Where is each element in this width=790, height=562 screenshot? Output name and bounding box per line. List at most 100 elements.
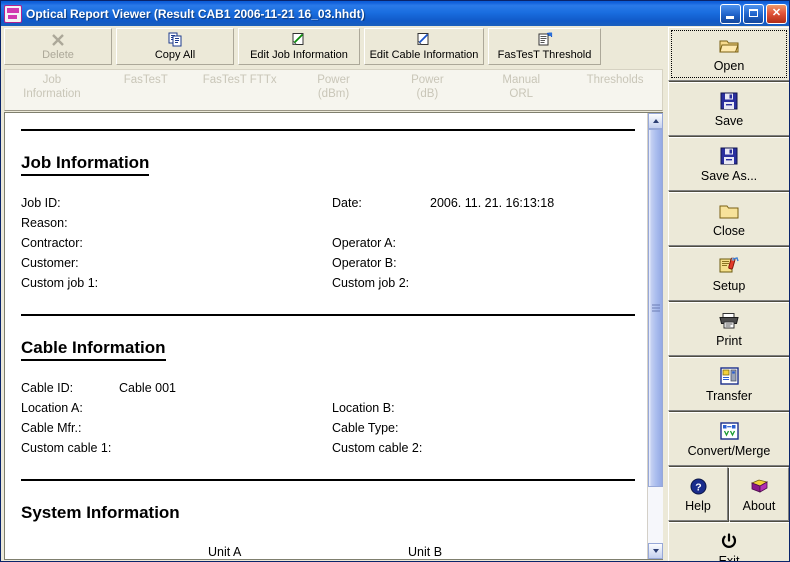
close-report-button[interactable]: Close <box>668 192 789 246</box>
printer-icon <box>718 310 740 332</box>
edit-pencil-blue-icon <box>416 31 432 48</box>
job-row-reason: Reason: <box>21 214 635 234</box>
about-label: About <box>742 499 776 513</box>
tab-strip: Job Information FasTesT FasTesT FTTx Pow… <box>4 69 663 111</box>
open-label: Open <box>713 59 745 73</box>
contractor-label: Contractor: <box>21 236 83 250</box>
about-book-icon <box>750 475 769 497</box>
cable-type-label: Cable Type: <box>332 421 399 435</box>
transfer-button[interactable]: Transfer <box>668 357 789 411</box>
edit-cable-information-button[interactable]: Edit Cable Information <box>364 28 484 65</box>
title-bar: Optical Report Viewer (Result CAB1 2006-… <box>1 1 789 26</box>
help-about-row: ? Help About <box>668 467 789 522</box>
edit-job-information-label: Edit Job Information <box>250 49 348 61</box>
tab-thresholds[interactable]: Thresholds <box>568 73 662 87</box>
location-b-label: Location B: <box>332 401 395 415</box>
location-a-label: Location A: <box>21 401 83 415</box>
cable-row-custom: Custom cable 1: Custom cable 2: <box>21 439 635 459</box>
divider-top <box>21 129 635 131</box>
cable-id-value: Cable 001 <box>119 381 176 395</box>
reason-label: Reason: <box>21 216 68 230</box>
convert-merge-button[interactable]: Convert/Merge <box>668 412 789 466</box>
tab-fastest[interactable]: FasTesT <box>99 73 193 87</box>
tab-manual-orl[interactable]: Manual ORL <box>474 73 568 101</box>
exit-button[interactable]: Exit <box>668 522 789 562</box>
window-controls: ✕ <box>720 3 787 24</box>
scrollbar-track[interactable] <box>648 129 663 543</box>
floppy-disk-icon <box>720 90 738 112</box>
tab-power-dbm[interactable]: Power (dBm) <box>287 73 381 101</box>
device-icon <box>4 4 22 23</box>
copy-all-button[interactable]: Copy All <box>116 28 234 65</box>
open-button[interactable]: Open <box>668 27 789 81</box>
about-button[interactable]: About <box>729 467 789 521</box>
job-information-heading: Job Information <box>21 153 150 176</box>
convert-merge-label: Convert/Merge <box>687 444 771 458</box>
date-value: 2006. 11. 21. 16:13:18 <box>430 196 555 210</box>
copy-all-label: Copy All <box>154 49 196 61</box>
cable-information-rows: Cable ID: Cable 001 Location A: Location… <box>21 379 635 459</box>
edit-cable-information-label: Edit Cable Information <box>369 49 479 61</box>
custom-cable-1-label: Custom cable 1: <box>21 441 112 455</box>
toolbar: Delete Copy All Edit Job Information Edi… <box>1 26 666 68</box>
unit-b-label: Unit B <box>408 545 443 559</box>
cable-mfr-label: Cable Mfr.: <box>21 421 82 435</box>
edit-job-information-button[interactable]: Edit Job Information <box>238 28 360 65</box>
open-folder-icon <box>718 35 740 57</box>
tab-power-db-line1: Power <box>411 74 444 86</box>
tab-thresholds-line1: Thresholds <box>586 74 644 86</box>
tab-job-information[interactable]: Job Information <box>5 73 99 101</box>
save-as-button[interactable]: Save As... <box>668 137 789 191</box>
svg-text:?: ? <box>695 481 701 493</box>
tab-fastest-line1: FasTesT <box>123 74 168 86</box>
tab-fastest-fttx[interactable]: FasTesT FTTx <box>193 73 287 87</box>
transfer-label: Transfer <box>705 389 753 403</box>
application-window: Optical Report Viewer (Result CAB1 2006-… <box>0 0 790 562</box>
close-report-label: Close <box>713 224 745 238</box>
help-button[interactable]: ? Help <box>668 467 728 521</box>
unit-a-label: Unit A <box>208 545 242 559</box>
save-as-label: Save As... <box>700 169 758 183</box>
custom-cable-2-label: Custom cable 2: <box>332 441 423 455</box>
print-button[interactable]: Print <box>668 302 789 356</box>
custom-job-1-label: Custom job 1: <box>21 276 99 290</box>
maximize-button[interactable] <box>743 3 764 24</box>
scroll-up-button[interactable] <box>648 113 663 129</box>
tab-manual-orl-line1: Manual <box>502 74 541 86</box>
report-content: Job Information Job ID: Date: 2006. 11. … <box>5 113 647 559</box>
fastest-threshold-button[interactable]: FasTesT Threshold <box>488 28 601 65</box>
close-button[interactable]: ✕ <box>766 3 787 24</box>
edit-pencil-green-icon <box>291 31 307 48</box>
cable-row-location: Location A: Location B: <box>21 399 635 419</box>
save-button[interactable]: Save <box>668 82 789 136</box>
job-information-rows: Job ID: Date: 2006. 11. 21. 16:13:18 Rea… <box>21 194 635 294</box>
exit-label: Exit <box>718 554 740 562</box>
delete-x-icon <box>51 31 65 48</box>
tab-power-dbm-line2: (dBm) <box>317 88 350 100</box>
delete-label: Delete <box>42 49 74 61</box>
folder-icon <box>719 200 740 222</box>
date-label: Date: <box>332 196 362 210</box>
help-question-icon: ? <box>690 475 707 497</box>
properties-icon <box>537 31 553 48</box>
job-row-id: Job ID: Date: 2006. 11. 21. 16:13:18 <box>21 194 635 214</box>
delete-button[interactable]: Delete <box>4 28 112 65</box>
cable-information-heading: Cable Information <box>21 338 166 361</box>
tab-power-db-line2: (dB) <box>416 88 439 100</box>
tab-power-dbm-line1: Power <box>317 74 350 86</box>
customer-label: Customer: <box>21 256 79 270</box>
scrollbar-thumb[interactable] <box>648 129 663 488</box>
cable-row-id: Cable ID: Cable 001 <box>21 379 635 399</box>
minimize-button[interactable] <box>720 3 741 24</box>
system-information-heading: System Information <box>21 503 180 522</box>
job-row-custom: Custom job 1: Custom job 2: <box>21 274 635 294</box>
tab-manual-orl-line2: ORL <box>509 88 534 100</box>
vertical-scrollbar[interactable] <box>647 113 663 559</box>
tab-power-db[interactable]: Power (dB) <box>380 73 474 101</box>
setup-button[interactable]: Setup <box>668 247 789 301</box>
operator-a-label: Operator A: <box>332 236 396 250</box>
tab-job-information-line1: Job <box>42 74 62 86</box>
window-title: Optical Report Viewer (Result CAB1 2006-… <box>26 6 365 21</box>
tab-fastest-fttx-line1: FasTesT FTTx <box>202 74 277 86</box>
scroll-down-button[interactable] <box>648 543 663 559</box>
